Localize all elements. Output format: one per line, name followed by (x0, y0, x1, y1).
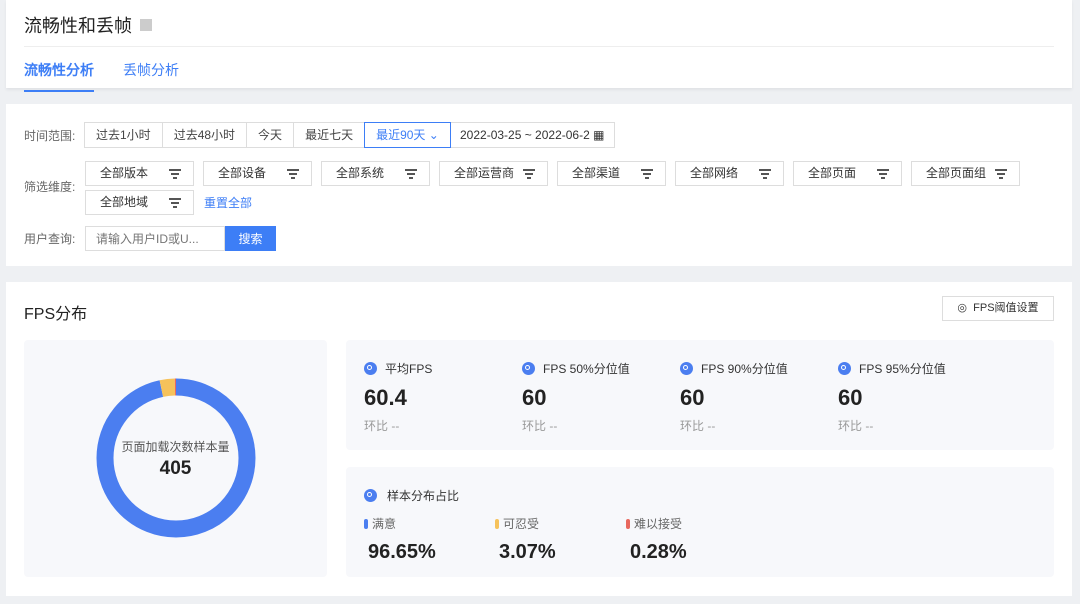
filter-icon (523, 169, 535, 181)
filter-dropdown[interactable]: 全部页面 (793, 161, 902, 186)
donut-value: 405 (159, 458, 192, 479)
filter-icon (169, 198, 181, 210)
reset-all-link[interactable]: 重置全部 (204, 194, 252, 211)
distribution-value: 3.07% (499, 541, 556, 563)
stat-value: 60.4 (364, 385, 407, 410)
time-option[interactable]: 过去1小时 (84, 122, 163, 148)
stat-value: 60 (838, 385, 863, 410)
filter-icon (759, 169, 771, 181)
legend-item: 难以接受 (626, 515, 682, 532)
stat-compare: 环比 -- (364, 419, 400, 433)
filter-dropdown[interactable]: 全部运营商 (439, 161, 548, 186)
users-icon (364, 489, 377, 502)
tab-fluency[interactable]: 流畅性分析 (24, 60, 94, 92)
fps-threshold-settings-button[interactable]: ◎ FPS阈值设置 (942, 296, 1054, 321)
page-title: 流畅性和丢帧 (24, 12, 152, 38)
stat-compare: 环比 -- (680, 419, 716, 433)
fps-stats-panel: 平均FPS 60.4 环比 -- FPS 50%分位值 60 环比 -- FPS 90%分位… (346, 340, 1054, 450)
info-icon[interactable] (140, 19, 152, 31)
time-range-label: 时间范围: (24, 129, 76, 143)
time-option[interactable]: 最近七天 (293, 122, 366, 148)
legend-swatch (364, 518, 368, 529)
legend-item: 满意 (364, 515, 396, 532)
search-button[interactable]: 搜索 (225, 226, 276, 251)
clock-icon (522, 362, 535, 375)
filter-icon (877, 169, 889, 181)
donut-panel: 页面加载次数样本量 405 (24, 340, 327, 577)
distribution-header: 样本分布占比 (364, 487, 459, 504)
distribution-value: 0.28% (630, 541, 687, 563)
time-range-selector: 过去1小时 过去48小时 今天 最近七天 最近90天 ⌄ (84, 122, 451, 148)
date-range-picker[interactable]: 2022-03-25 ~ 2022-06-2 ▦ (449, 122, 616, 148)
filter-icon (287, 169, 299, 181)
stat-value: 60 (680, 385, 705, 410)
filter-icon (169, 169, 181, 181)
filter-icon (995, 169, 1007, 181)
clock-icon (364, 362, 377, 375)
legend-swatch (495, 518, 499, 529)
divider (24, 46, 1054, 47)
stat-item: FPS 95%分位值 60 环比 -- (838, 362, 946, 433)
user-query-label: 用户查询: (24, 232, 76, 246)
distribution-panel: 样本分布占比 满意 96.65% 可忍受 3.07% 难以接受 0.28% (346, 467, 1054, 577)
calendar-icon: ▦ (593, 128, 605, 142)
stat-compare: 环比 -- (838, 419, 874, 433)
filter-icon (641, 169, 653, 181)
dimension-label: 筛选维度: (24, 180, 76, 194)
section-title: FPS分布 (24, 306, 88, 323)
filter-dropdown[interactable]: 全部系统 (321, 161, 430, 186)
filter-card: 时间范围: 过去1小时 过去48小时 今天 最近七天 最近90天 ⌄ 2022-… (6, 104, 1072, 266)
target-icon: ◎ (957, 302, 968, 314)
filter-dropdown[interactable]: 全部网络 (675, 161, 784, 186)
stat-item: FPS 50%分位值 60 环比 -- (522, 362, 630, 433)
filter-icon (405, 169, 417, 181)
header-card: 流畅性和丢帧 流畅性分析 丢帧分析 (6, 0, 1072, 92)
clock-icon (680, 362, 693, 375)
filter-dropdown[interactable]: 全部页面组 (911, 161, 1020, 186)
fps-card: FPS分布 ◎ FPS阈值设置 页面加载次数样本量 405 平均FPS 60.4 环… (6, 282, 1072, 596)
stat-value: 60 (522, 385, 547, 410)
distribution-value: 96.65% (368, 541, 436, 563)
time-option[interactable]: 过去48小时 (161, 122, 248, 148)
stat-item: FPS 90%分位值 60 环比 -- (680, 362, 788, 433)
time-option-selected[interactable]: 最近90天 ⌄ (364, 122, 451, 148)
legend-item: 可忍受 (495, 515, 539, 532)
filter-dropdown[interactable]: 全部地域 (85, 190, 194, 215)
filter-dropdown[interactable]: 全部版本 (85, 161, 194, 186)
time-option[interactable]: 今天 (246, 122, 295, 148)
stat-item: 平均FPS 60.4 环比 -- (364, 362, 433, 433)
donut-label: 页面加载次数样本量 (121, 440, 230, 454)
tab-frame-drop[interactable]: 丢帧分析 (123, 60, 179, 80)
stat-compare: 环比 -- (522, 419, 558, 433)
legend-swatch (626, 518, 630, 529)
user-search-input[interactable] (85, 226, 225, 251)
filter-dropdown[interactable]: 全部设备 (203, 161, 312, 186)
filter-dropdown[interactable]: 全部渠道 (557, 161, 666, 186)
clock-icon (838, 362, 851, 375)
